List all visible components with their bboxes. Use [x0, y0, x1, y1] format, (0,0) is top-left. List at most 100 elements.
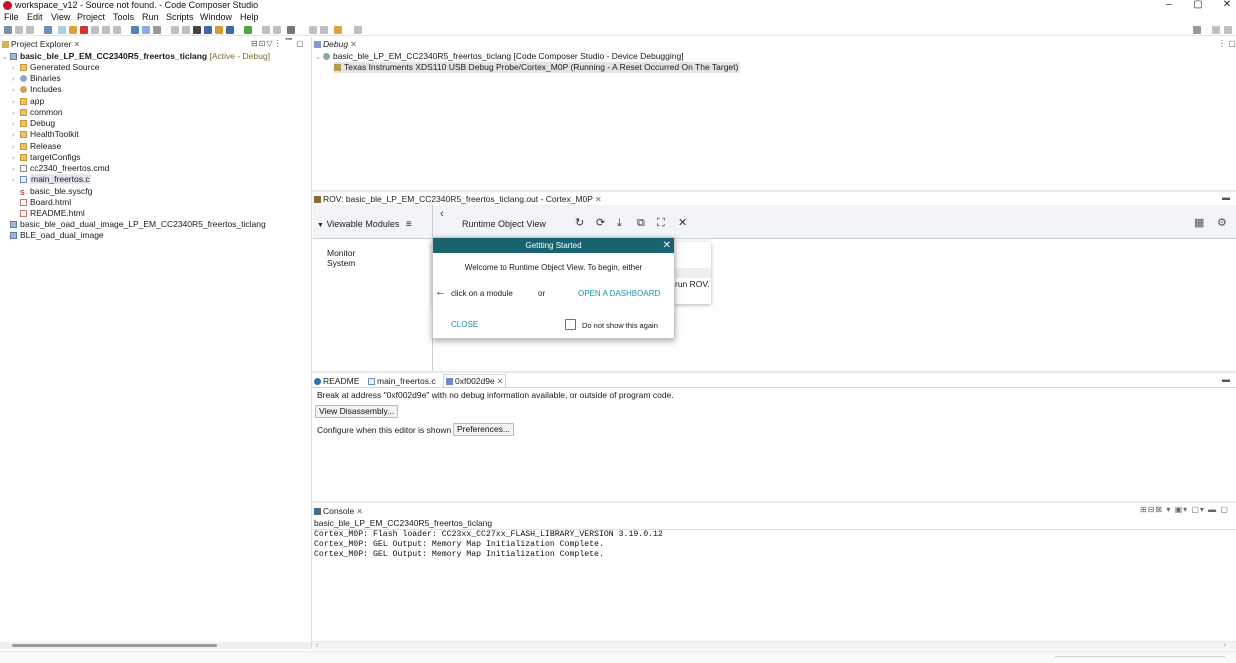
reset-icon[interactable]	[182, 26, 190, 34]
new-icon[interactable]	[4, 26, 12, 34]
tree-item-oad-project[interactable]: basic_ble_oad_dual_image_LP_EM_CC2340R5_…	[10, 219, 266, 230]
tree-item-ble-oad[interactable]: BLE_oad_dual_image	[10, 230, 104, 241]
back-icon[interactable]	[354, 26, 362, 34]
step-into-icon[interactable]	[91, 26, 99, 34]
tree-item-targetconfigs[interactable]: › targetConfigs	[12, 152, 81, 163]
tree-item-app[interactable]: › app	[12, 96, 44, 107]
close-icon[interactable]: ✕	[497, 377, 504, 386]
run-icon[interactable]	[244, 26, 252, 34]
maximize-button[interactable]: ▢	[1183, 0, 1213, 11]
close-rov-icon[interactable]: ✕	[678, 217, 687, 229]
step-over-icon[interactable]	[102, 26, 110, 34]
scroll-left-icon[interactable]: ‹	[316, 642, 318, 649]
filter-icon[interactable]: ≡	[406, 219, 412, 230]
suspend-icon[interactable]	[69, 26, 77, 34]
view-disassembly-button[interactable]: View Disassembly...	[315, 405, 399, 418]
minimize-button[interactable]: –	[1154, 0, 1184, 11]
editor-console-divider[interactable]	[312, 501, 1236, 503]
settings-gear-icon[interactable]: ⚙	[1217, 217, 1227, 229]
explorer-scrollbar[interactable]	[0, 642, 311, 649]
close-icon[interactable]: ✕	[595, 195, 602, 204]
dialog-close-button[interactable]: CLOSE	[451, 320, 478, 329]
wrench-icon[interactable]	[287, 26, 295, 34]
expand-icon[interactable]: ⌄	[315, 52, 323, 63]
profile-icon[interactable]	[262, 26, 270, 34]
tab-readme[interactable]: README	[314, 375, 359, 387]
window-icon[interactable]: ⧉	[637, 217, 645, 229]
module-system[interactable]: System	[327, 258, 355, 268]
console-tab[interactable]: Console ✕	[314, 505, 363, 517]
menu-run[interactable]: Run	[142, 12, 159, 23]
debug-tab[interactable]: Debug ✕	[314, 38, 357, 50]
fullscreen-icon[interactable]: ⛶	[657, 217, 665, 229]
refresh-icon[interactable]: ↻	[575, 217, 584, 229]
menu-scripts[interactable]: Scripts	[166, 12, 194, 23]
debug-target-row[interactable]: Texas Instruments XDS110 USB Debug Probe…	[334, 62, 741, 73]
tree-item-includes[interactable]: › Includes	[12, 84, 62, 95]
tree-item-binaries[interactable]: › Binaries	[12, 73, 61, 84]
auto-refresh-icon[interactable]: ⟳	[596, 217, 605, 229]
dashboard-grid-icon[interactable]: ▦	[1194, 217, 1204, 229]
collapse-icon[interactable]: ›	[12, 175, 20, 186]
menu-project[interactable]: Project	[77, 12, 105, 23]
menu-tools[interactable]: Tools	[113, 12, 134, 23]
menu-window[interactable]: Window	[200, 12, 232, 23]
tree-item-healthtoolkit[interactable]: › HealthToolkit	[12, 129, 79, 140]
tree-item-main-freertos[interactable]: › main_freertos.c	[12, 174, 91, 185]
run-config-icon[interactable]	[226, 26, 234, 34]
menu-file[interactable]: File	[4, 12, 19, 23]
open-dashboard-button[interactable]: OPEN A DASHBOARD	[578, 289, 660, 298]
rov-tab[interactable]: ROV: basic_ble_LP_EM_CC2340R5_freertos_t…	[314, 193, 602, 205]
tree-item-common[interactable]: › common	[12, 107, 63, 118]
tab-address[interactable]: 0xf002d9e ✕	[443, 374, 507, 387]
menu-view[interactable]: View	[51, 12, 70, 23]
external-tools-icon[interactable]	[273, 26, 281, 34]
viewable-modules-toggle[interactable]: ▼ Viewable Modules ≡	[317, 219, 412, 230]
collapse-icon[interactable]: ›	[12, 85, 20, 96]
editor-view-menu[interactable]: ▬	[1222, 375, 1230, 384]
step-return-icon[interactable]	[113, 26, 121, 34]
download-icon[interactable]: ⤓	[617, 217, 622, 229]
explorer-scroll-thumb[interactable]	[12, 644, 217, 647]
project-explorer-toolbar[interactable]: ⊟⊡▽⋮ ▔ ▢	[251, 39, 305, 48]
menu-edit[interactable]: Edit	[27, 12, 43, 23]
tree-item-board-html[interactable]: Board.html	[20, 197, 71, 208]
close-icon[interactable]: ✕	[350, 40, 357, 49]
debug-view-menu[interactable]: ⋮ ▢	[1218, 39, 1236, 48]
tree-item-syscfg[interactable]: Sbasic_ble.syscfg	[20, 186, 92, 197]
rov-editor-divider[interactable]	[312, 371, 1236, 373]
tree-item-generated-source[interactable]: › Generated Source	[12, 62, 99, 73]
search-tools-icon[interactable]	[215, 26, 223, 34]
rov-view-menu[interactable]: ▬	[1222, 193, 1230, 202]
close-window-button[interactable]: ✕	[1212, 0, 1236, 11]
console-scrollbar[interactable]: ‹ ›	[312, 641, 1236, 650]
terminate-icon[interactable]	[80, 26, 88, 34]
flash-icon[interactable]	[204, 26, 212, 34]
perspective-debug-icon[interactable]	[1224, 26, 1232, 34]
tree-item-project-active[interactable]: ⌄ basic_ble_LP_EM_CC2340R5_freertos_ticla…	[2, 51, 270, 62]
back-arrow-icon[interactable]: ‹	[440, 208, 444, 220]
expand-icon[interactable]: ⌄	[2, 52, 10, 63]
dialog-close-icon[interactable]: ✕	[663, 238, 671, 253]
save-all-icon[interactable]	[26, 26, 34, 34]
search-icon[interactable]	[1193, 26, 1201, 34]
build-icon[interactable]	[193, 26, 201, 34]
close-icon[interactable]: ✕	[356, 507, 363, 516]
console-toolbar[interactable]: ⊞⊟⊠ ▾ ▣▾ ▢▾ ▬ ▢	[1140, 505, 1229, 514]
prev-edit-icon[interactable]	[309, 26, 317, 34]
tree-item-cmd-file[interactable]: › cc2340_freertos.cmd	[12, 163, 109, 174]
tab-main-freertos[interactable]: main_freertos.c	[368, 375, 436, 387]
memory-icon[interactable]	[142, 26, 150, 34]
breakpoint-icon[interactable]	[153, 26, 161, 34]
tree-item-readme-html[interactable]: README.html	[20, 208, 85, 219]
left-panel-divider[interactable]	[311, 37, 312, 649]
next-edit-icon[interactable]	[320, 26, 328, 34]
scroll-right-icon[interactable]: ›	[1224, 642, 1226, 649]
restart-icon[interactable]	[171, 26, 179, 34]
perspective-icon[interactable]	[1212, 26, 1220, 34]
debug-view-icon[interactable]	[44, 26, 52, 34]
debug-rov-divider[interactable]	[312, 190, 1236, 192]
tree-item-debug[interactable]: › Debug	[12, 118, 55, 129]
debug-launch-icon[interactable]	[131, 26, 139, 34]
menu-help[interactable]: Help	[240, 12, 259, 23]
